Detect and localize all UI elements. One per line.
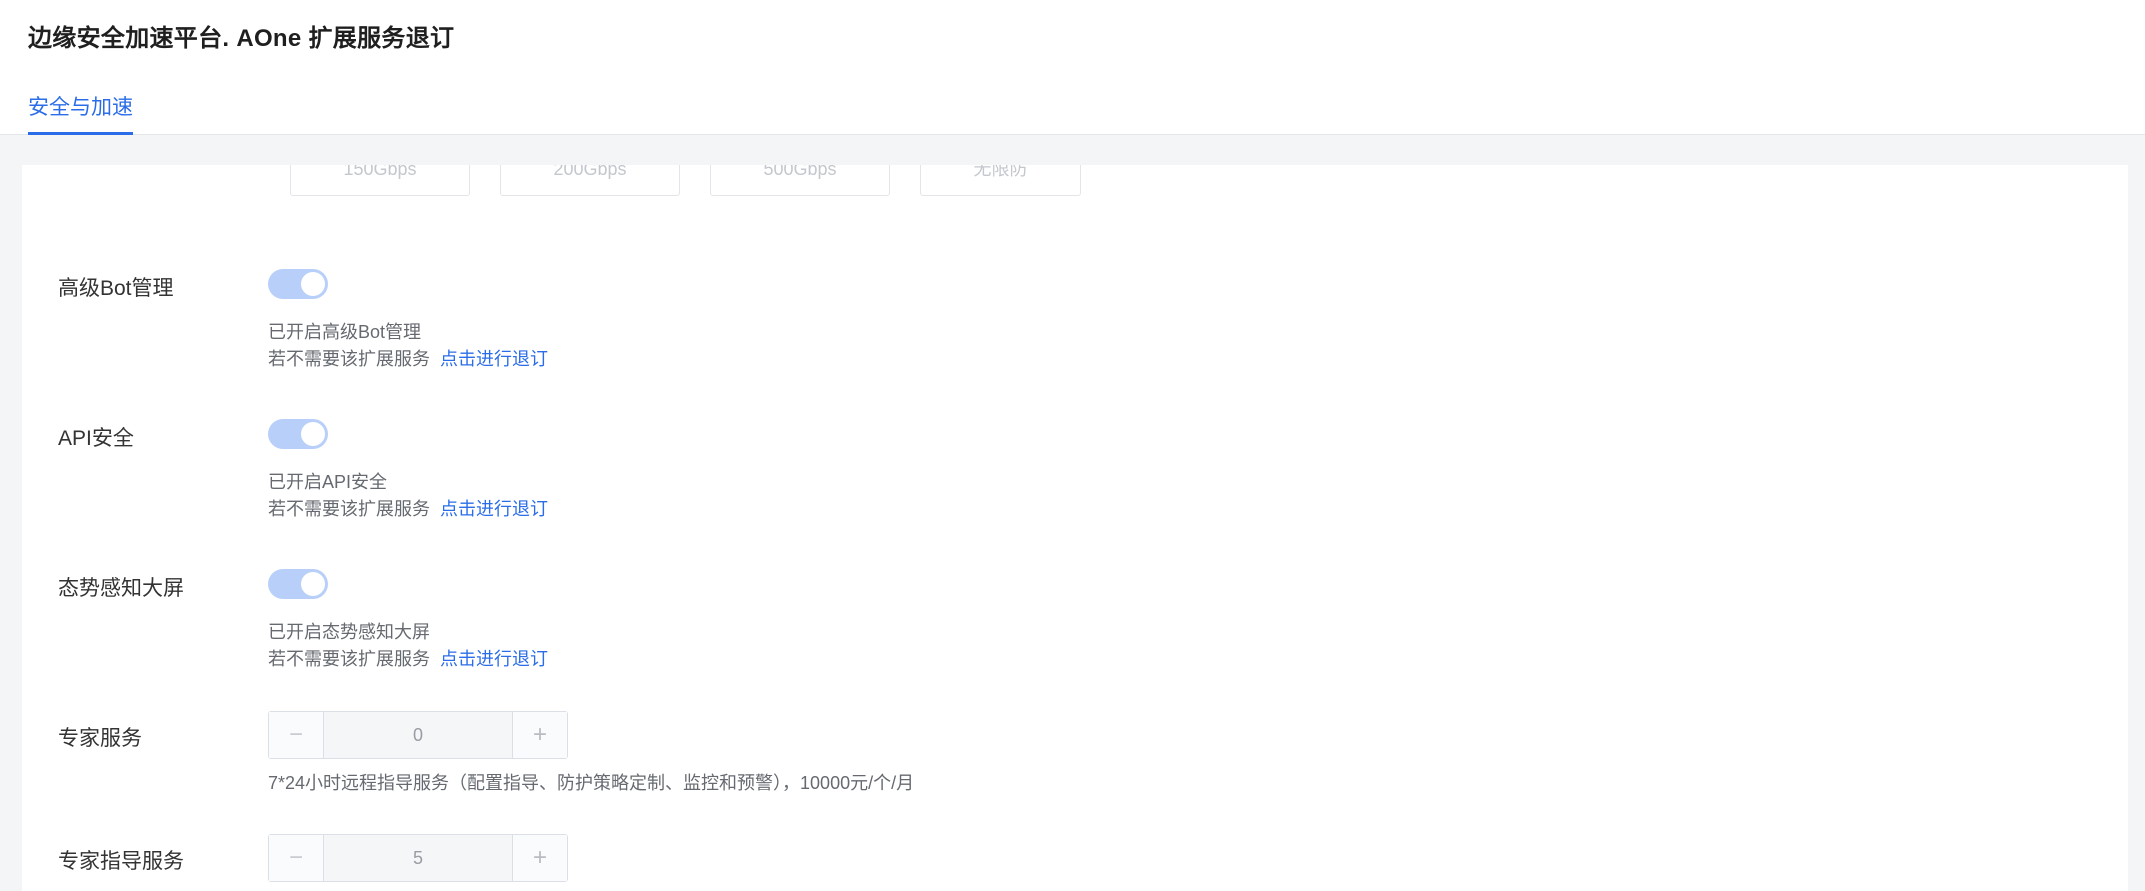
bandwidth-option-200[interactable]: 200Gbps: [500, 165, 680, 196]
expert-guidance-stepper: − 5 +: [268, 834, 568, 882]
situation-screen-unsubscribe-hint: 若不需要该扩展服务 点击进行退订: [268, 646, 548, 673]
increment-button[interactable]: +: [512, 712, 567, 758]
unsubscribe-prompt: 若不需要该扩展服务: [268, 649, 430, 669]
expert-guidance-value[interactable]: 5: [324, 835, 512, 881]
expert-service-value[interactable]: 0: [324, 712, 512, 758]
expert-guidance-label: 专家指导服务: [58, 850, 184, 873]
unsubscribe-prompt: 若不需要该扩展服务: [268, 499, 430, 519]
situation-screen-label: 态势感知大屏: [58, 577, 184, 600]
bandwidth-option-150[interactable]: 150Gbps: [290, 165, 470, 196]
bot-management-label: 高级Bot管理: [58, 277, 174, 300]
page-header: 边缘安全加速平台. AOne 扩展服务退订 安全与加速: [0, 0, 2145, 135]
decrement-button[interactable]: −: [269, 712, 324, 758]
decrement-button[interactable]: −: [269, 835, 324, 881]
api-security-toggle[interactable]: [268, 419, 328, 449]
expert-service-description: 7*24小时远程指导服务（配置指导、防护策略定制、监控和预警），10000元/个…: [268, 773, 915, 793]
bot-management-status: 已开启高级Bot管理: [268, 322, 422, 342]
page-title: 边缘安全加速平台. AOne 扩展服务退订: [28, 25, 455, 52]
bot-management-unsubscribe-link[interactable]: 点击进行退订: [440, 349, 548, 369]
bot-management-toggle[interactable]: [268, 269, 328, 299]
increment-button[interactable]: +: [512, 835, 567, 881]
bandwidth-option-unlimited[interactable]: 无限防: [920, 165, 1081, 196]
api-security-status: 已开启API安全: [268, 472, 388, 492]
tab-security-acceleration[interactable]: 安全与加速: [28, 94, 133, 135]
unsubscribe-prompt: 若不需要该扩展服务: [268, 349, 430, 369]
toggle-knob: [301, 572, 325, 596]
expert-service-label: 专家服务: [58, 727, 142, 750]
situation-screen-unsubscribe-link[interactable]: 点击进行退订: [440, 649, 548, 669]
expert-service-stepper: − 0 +: [268, 711, 568, 759]
api-security-label: API安全: [58, 427, 134, 450]
toggle-knob: [301, 272, 325, 296]
api-security-unsubscribe-link[interactable]: 点击进行退订: [440, 499, 548, 519]
situation-screen-toggle[interactable]: [268, 569, 328, 599]
api-security-unsubscribe-hint: 若不需要该扩展服务 点击进行退订: [268, 496, 548, 523]
bandwidth-option-500[interactable]: 500Gbps: [710, 165, 890, 196]
situation-screen-status: 已开启态势感知大屏: [268, 622, 430, 642]
settings-card: 150Gbps 200Gbps 500Gbps 无限防 高级Bot管理 已开启高…: [22, 165, 2128, 891]
bot-management-unsubscribe-hint: 若不需要该扩展服务 点击进行退订: [268, 346, 548, 373]
toggle-knob: [301, 422, 325, 446]
